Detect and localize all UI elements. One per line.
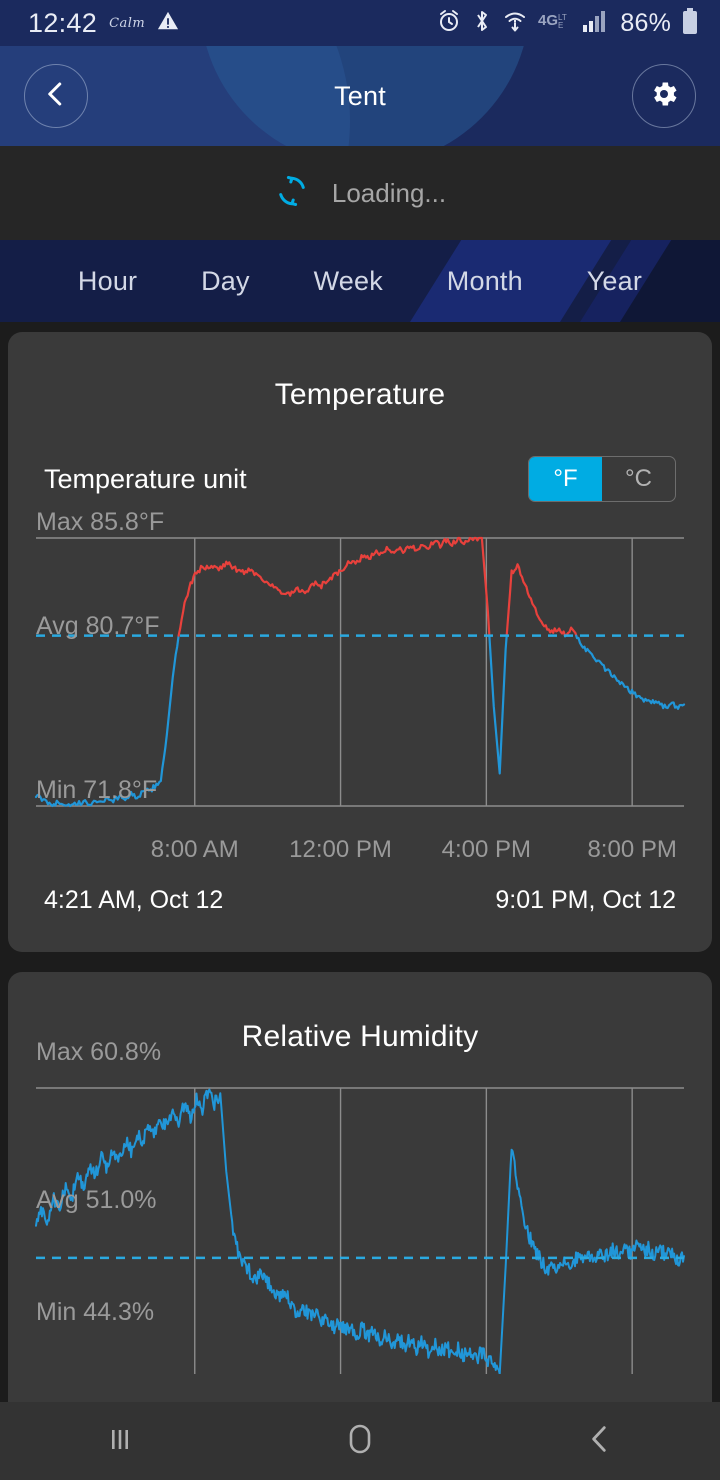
page-title: Tent xyxy=(334,80,386,111)
recents-icon xyxy=(102,1421,138,1462)
humidity-card-title: Relative Humidity xyxy=(241,1020,479,1053)
x-tick-label: 8:00 AM xyxy=(150,836,239,863)
humidity-card: Relative Humidity Max 60.8% Avg 51.0% Mi… xyxy=(8,972,712,1442)
unit-option-fahrenheit[interactable]: °F xyxy=(529,457,602,501)
nav-back-button[interactable] xyxy=(540,1402,660,1480)
loading-bar: Loading... xyxy=(0,146,720,240)
status-clock: 12:42 xyxy=(28,7,98,38)
signal-icon xyxy=(583,10,609,37)
status-bar: 12:42 Calm 4G LT E 86% xyxy=(0,0,720,46)
alarm-icon xyxy=(437,9,461,38)
svg-text:4G: 4G xyxy=(538,12,558,29)
tab-year[interactable]: Year xyxy=(587,266,642,297)
temperature-card-title: Temperature xyxy=(274,378,446,411)
temperature-range-row: 4:21 AM, Oct 12 9:01 PM, Oct 12 xyxy=(8,876,712,915)
temperature-chart[interactable]: Max 85.8°F Avg 80.7°F Min 71.8°F xyxy=(8,508,712,830)
tab-month[interactable]: Month xyxy=(447,266,523,297)
tab-hour[interactable]: Hour xyxy=(78,266,137,297)
humidity-chart-svg xyxy=(35,1087,685,1374)
loading-text: Loading... xyxy=(331,177,447,208)
temperature-x-axis-labels: 8:00 AM 12:00 PM 4:00 PM 8:00 PM xyxy=(8,830,712,876)
recents-button[interactable] xyxy=(60,1402,180,1480)
period-tab-bar: Hour Day Week Month Year xyxy=(0,240,720,322)
app-screen: 12:42 Calm 4G LT E 86% Tent Loading... H… xyxy=(0,0,720,1480)
temperature-card: Temperature Temperature unit °F °C Max 8… xyxy=(8,332,712,952)
temperature-chart-svg xyxy=(34,536,686,808)
battery-icon xyxy=(682,7,698,39)
range-end-label: 9:01 PM, Oct 12 xyxy=(495,886,676,914)
x-tick-label: 4:00 PM xyxy=(441,836,532,863)
app-header: Tent xyxy=(0,46,720,146)
wifi-icon xyxy=(503,9,527,38)
warning-icon xyxy=(157,10,179,37)
back-chevron-icon xyxy=(583,1422,617,1461)
calm-app-badge: Calm xyxy=(109,15,146,31)
android-nav-bar xyxy=(0,1402,720,1480)
temperature-unit-row: Temperature unit °F °C xyxy=(8,456,712,502)
home-icon xyxy=(340,1419,380,1464)
tab-week[interactable]: Week xyxy=(314,266,383,297)
x-tick-label: 12:00 PM xyxy=(289,836,392,863)
humidity-chart[interactable]: Max 60.8% Avg 51.0% Min 44.3% xyxy=(8,1038,712,1374)
unit-option-celsius[interactable]: °C xyxy=(602,457,675,501)
bluetooth-icon xyxy=(472,9,492,38)
x-tick-label: 8:00 PM xyxy=(587,836,677,863)
temperature-unit-toggle[interactable]: °F °C xyxy=(528,456,676,502)
range-start-label: 4:21 AM, Oct 12 xyxy=(44,886,224,914)
battery-percent: 86% xyxy=(620,8,671,37)
status-bar-left: 12:42 Calm xyxy=(0,8,179,39)
status-bar-right: 4G LT E 86% xyxy=(437,7,720,39)
4glte-icon: 4G LT E xyxy=(538,10,572,37)
refresh-spinner-icon xyxy=(274,173,310,214)
tab-day[interactable]: Day xyxy=(201,266,250,297)
temperature-unit-label: Temperature unit xyxy=(44,463,247,494)
home-button[interactable] xyxy=(300,1402,420,1480)
svg-text:E: E xyxy=(558,21,563,30)
